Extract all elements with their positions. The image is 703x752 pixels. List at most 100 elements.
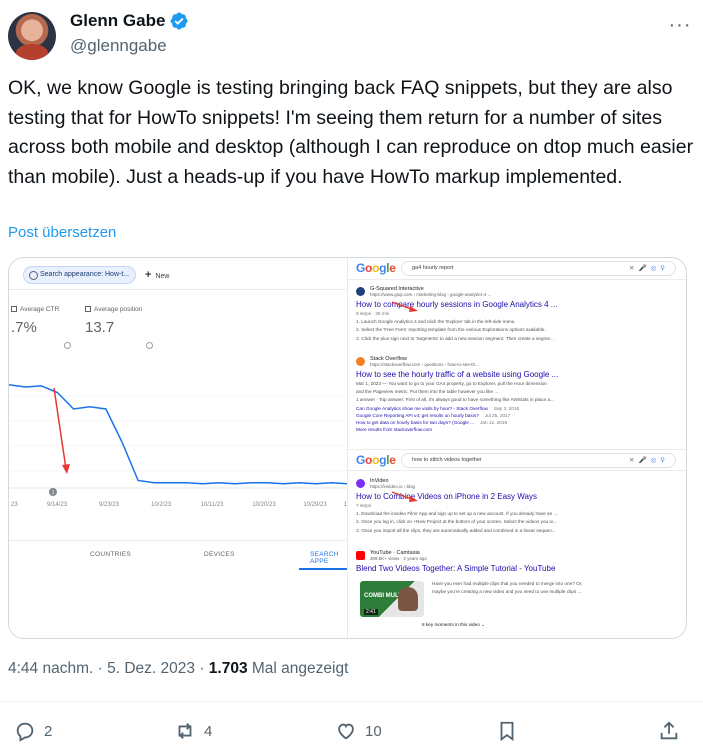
x-tick-label: 10/11/23 [201,502,225,508]
like-count: 10 [365,722,382,740]
metric-value: 13.7 [85,319,115,336]
plus-icon: + [145,269,152,281]
result-url: https://www.gsqi.com › marketing-blog › … [370,292,492,297]
serp-search-bar-bottom: Google how to stitch videos together ✕🎤◎… [348,449,686,471]
google-logo: Google [356,453,396,467]
metric-label: Average position [94,306,143,313]
author-avatar[interactable] [8,12,56,60]
metric-average-position: Average position 13.7 [85,306,165,354]
result-step: 3. Click the plus sign next to 'Segments… [356,335,554,341]
tweet-text: OK, we know Google is testing bringing b… [8,77,694,188]
result-snippet: and the Pageview metric. Put them into t… [356,389,499,395]
x-tick-label: 9/23/23 [99,502,120,508]
author-name-row: Glenn Gabe [70,11,189,31]
share-button[interactable] [658,716,680,746]
result-step: 1. Launch Google Analytics 4 and click t… [356,319,516,325]
new-filter-label: New [155,273,170,280]
google-logo: Google [356,261,396,275]
translate-post-link[interactable]: Post übersetzen [8,224,116,241]
verified-badge-icon[interactable] [169,11,189,31]
view-label: Mal angezeigt [251,660,349,677]
divider [0,701,703,702]
x-tick-label: 10/29/23 [303,502,327,508]
active-tab-indicator [299,568,347,570]
x-tick-label: 23 [11,502,18,508]
key-moments-label: 8 key moments in this video ⌄ [422,622,485,628]
svg-text:1: 1 [52,490,55,496]
result-title: How to see the hourly traffic of a websi… [356,370,559,379]
author-name[interactable]: Glenn Gabe [70,11,165,31]
tweet-header: Glenn Gabe @glenngabe ··· [8,8,695,64]
x-axis-ticks: 23 9/14/23 9/23/23 10/2/23 10/11/23 10/20/23 1… [11,502,347,508]
more-results-link: More results from stackoverflow.com [356,426,433,432]
search-box-icons: ✕🎤◎⚲ [629,457,669,464]
gsc-filter-bar: Search appearance: How-t... + New [9,258,347,290]
help-icon [64,342,71,349]
result-url: 309.5K+ views · 2 years ago [370,556,427,561]
favicon-icon [356,287,365,296]
tweet-media-image[interactable]: Search appearance: How-t... + New Average… [8,257,687,639]
post-date[interactable]: 5. Dez. 2023 [107,660,195,677]
author-handle[interactable]: @glenngabe [70,36,167,56]
bookmark-icon [500,721,514,742]
help-icon [146,342,153,349]
more-options-icon[interactable]: ··· [669,14,691,36]
action-bar: 2 4 10 [0,716,703,746]
metric-label: Average CTR [20,306,60,313]
youtube-icon [356,551,365,560]
x-tick-label: 10/20/23 [252,502,276,508]
performance-line-chart: 1 23 9/14/23 9/23/23 10/2/23 10/11/23 10/20/2… [9,366,347,526]
bookmark-button[interactable] [496,716,518,746]
related-link: How to get data on hourly basis for two … [356,419,508,425]
heart-icon [338,723,354,740]
post-timestamp-row: 4:44 nachm. · 5. Dez. 2023 · 1.703 Mal a… [8,660,349,677]
annotation-marker: 1 [49,488,57,496]
result-step: 2. Once you log in, click on +New Projec… [356,519,557,525]
reply-count: 2 [44,722,53,740]
favicon-icon [356,479,365,488]
video-thumbnail: COMBI MULTIPLE 2:41 [360,581,424,617]
serp-query: ga4 hourly report [412,265,454,271]
new-filter-button: + New [145,267,169,285]
red-arrow-annotation [53,387,70,474]
x-tick-label: 10/2/23 [151,502,172,508]
repost-button[interactable]: 4 [174,716,212,746]
result-snippet: Mar 1, 2023 — You want to go to your GA4… [356,381,547,386]
chart-gridlines [9,395,347,489]
serp-search-box: how to stitch videos together ✕🎤◎⚲ [401,453,676,468]
serp-result: Stack Overflow https://stackoverflow.com… [356,356,681,433]
post-time[interactable]: 4:44 nachm. [8,660,93,677]
related-link: Google Core Reporting API v4: get result… [356,412,511,418]
serp-result: InVideo https://invideo.io › blog How to… [356,478,681,535]
presenter-image [398,587,418,611]
key-moments-text: 8 key moments in this video [422,622,480,627]
favicon-icon [356,357,365,366]
chevron-down-icon: ⌄ [481,622,486,627]
share-icon [660,721,678,740]
repost-count: 4 [204,722,213,740]
red-arrow-icon [391,301,418,312]
metric-value: .7% [11,319,37,336]
serp-search-box: ga4 hourly report ✕🎤◎⚲ [401,261,676,276]
checkbox-icon [85,306,91,312]
tab-countries: COUNTRIES [90,551,131,558]
result-step: 2. Select the 'Free Form' reporting temp… [356,327,546,333]
video-duration: 2:41 [364,609,378,615]
result-snippet: 1 answer · Top answer: First of all, it'… [356,397,554,403]
serp-result: G-Squared Interactive https://www.gsqi.c… [356,286,681,343]
checkbox-icon [11,306,17,312]
like-button[interactable]: 10 [335,716,382,746]
result-title: Blend Two Videos Together: A Simple Tuto… [356,564,556,573]
video-description: Have you ever had multiple clips that yo… [432,581,583,594]
gsc-dimension-tabs: COUNTRIES DEVICES SEARCH APPE [9,540,347,570]
result-url: https://invideo.io › blog [370,484,416,489]
serp-search-bar-top: Google ga4 hourly report ✕🎤◎⚲ [348,258,686,280]
result-step: 1. Download the invideo Filmr App and si… [356,511,558,517]
search-box-icons: ✕🎤◎⚲ [629,265,669,272]
repost-icon [178,723,192,739]
reply-button[interactable]: 2 [14,716,52,746]
search-console-screenshot: Search appearance: How-t... + New Average… [9,258,348,638]
serp-video-result: YouTube · Camtasia 309.5K+ views · 2 yea… [356,550,681,574]
tab-devices: DEVICES [204,551,235,558]
search-appearance-filter-chip: Search appearance: How-t... [23,266,137,284]
